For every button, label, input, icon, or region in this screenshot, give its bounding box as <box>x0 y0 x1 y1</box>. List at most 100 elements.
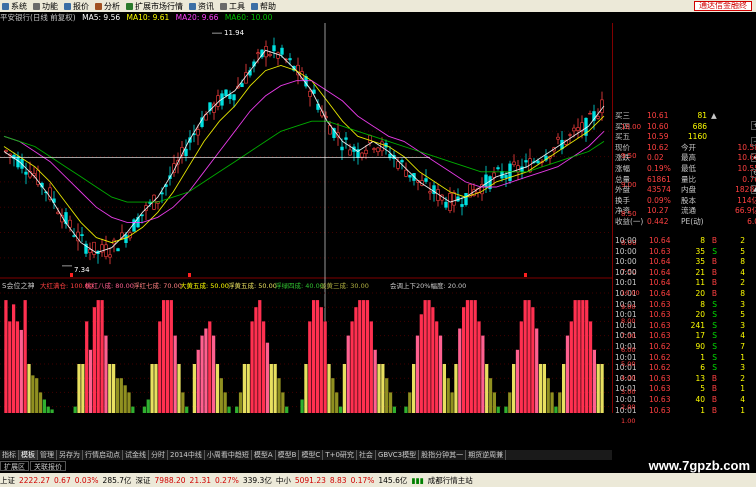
tick-cell-4: 4 <box>740 395 745 404</box>
quote-cell-3 <box>707 122 735 132</box>
plus-icon[interactable]: + <box>751 121 756 130</box>
zx-change: 8.83 <box>329 475 347 485</box>
indicator-bar-39 <box>154 364 158 413</box>
candle-body-48 <box>196 129 200 136</box>
indicator-bar-50 <box>196 349 200 413</box>
indicator-legend-4: 浮黄五成: 50.00 <box>228 281 277 290</box>
tick-cell-2: 1 <box>700 405 705 415</box>
menu-item-1[interactable]: 功能 <box>33 1 58 12</box>
tick-cell-1: 10.64 <box>649 257 671 267</box>
chart-svg[interactable]: 11.947.34S会位之神 大红满仓: 100.00桃红八成: 80.00 浮红七… <box>0 23 612 413</box>
pane-marker-1 <box>188 273 191 277</box>
ext-market-icon <box>126 2 133 10</box>
arrow-up-icon[interactable]: ▲ <box>751 185 756 194</box>
quote-cell-1: 43574 <box>647 185 671 195</box>
indicator-bar-88 <box>342 364 347 413</box>
indicator-bar-86 <box>335 392 339 413</box>
menu-item-0[interactable]: 系统 <box>2 1 27 12</box>
indicator-tab-9[interactable]: 模型A <box>252 450 276 460</box>
indicator-tab-10[interactable]: 模型B <box>276 450 300 460</box>
indicator-bar-152 <box>588 321 593 413</box>
indicator-tab-2[interactable]: 管理 <box>38 450 57 460</box>
indicator-tab-15[interactable]: 股指分钟其一 <box>419 450 467 460</box>
menu-item-3[interactable]: 分析 <box>95 1 120 12</box>
indicator-bar-63 <box>246 364 250 413</box>
zx-amount: 145.6亿 <box>378 475 408 485</box>
tick-cell-1: 10.62 <box>649 363 671 373</box>
indicator-bar-131 <box>508 392 512 413</box>
indicator-bar-33 <box>131 406 135 413</box>
zx-value: 5091.23 <box>294 475 326 485</box>
indicator-legend-5: 浮绿四成: 40.00 <box>275 281 324 290</box>
brand-logo: 通达信金融终 <box>694 1 752 11</box>
indicator-tab-7[interactable]: 2014中线 <box>168 450 205 460</box>
tick-cell-2: 35 <box>695 257 705 267</box>
kline-chart-area[interactable]: 11.94 7.34 S会位之神 大红满仓: 100.00 桃红八成: 80.00 浮红七… <box>0 23 612 413</box>
price-pane-bg <box>0 23 612 278</box>
menu-item-4[interactable]: 扩展市场行情 <box>126 1 183 12</box>
quote-cell-2: 1160 <box>687 132 707 142</box>
menu-item-2[interactable]: 报价 <box>64 1 89 12</box>
quote-cell-1: 10.60 <box>647 121 669 131</box>
indicator-tab-8[interactable]: 小周看中趋短 <box>205 450 252 460</box>
menu-item-label: 报价 <box>73 1 89 11</box>
price-axis-label: 9.00 <box>621 181 637 189</box>
menu-item-5[interactable]: 资讯 <box>189 1 214 12</box>
tick-cell-4: 1 <box>740 405 745 415</box>
ma5-label: MA5: 9.56 <box>82 13 121 22</box>
quote-cell-2: 今开 <box>681 142 696 152</box>
tick-row: 10:00 10.64 35 B 8 <box>615 257 745 267</box>
quote-cell-1: 10.59 <box>647 132 669 142</box>
indicator-bar-7 <box>31 375 35 413</box>
indicator-bar-30 <box>119 378 123 413</box>
indicator-bar-47 <box>185 406 189 413</box>
indicator-bar-24 <box>96 300 100 413</box>
indicator-bar-71 <box>277 378 281 413</box>
indicator-bar-73 <box>285 406 289 413</box>
indicator-tab-12[interactable]: T+0研究 <box>323 450 357 460</box>
indicator-tab-3[interactable]: 另存为 <box>57 450 83 460</box>
refresh-icon[interactable]: ↻ <box>751 169 756 178</box>
tick-cell-2: 21 <box>695 267 705 277</box>
tick-cell-4: 2 <box>740 236 745 245</box>
fold-icon[interactable]: ▸ <box>751 153 756 162</box>
indicator-bar-46 <box>181 392 185 413</box>
tick-cell-4: 5 <box>740 246 745 256</box>
indicator-toolbar: 指标 模板 管理 另存为 行情启动点 试金线 分时 2014中线 小周看中趋短 模型A 模型B 模型C… <box>0 450 612 460</box>
subtab-1[interactable]: 关联报价 <box>30 461 66 471</box>
candle-body-5 <box>24 171 28 175</box>
tick-cell-1: 10.63 <box>649 373 671 383</box>
indicator-tab-6[interactable]: 分时 <box>149 450 168 460</box>
indicator-bar-130 <box>504 406 508 413</box>
indicator-tab-16[interactable]: 期货逆周兼 <box>466 450 507 460</box>
menu-item-6[interactable]: 工具 <box>220 1 245 12</box>
indicator-tab-13[interactable]: 社会 <box>357 450 376 460</box>
indicator-bar-115 <box>446 378 450 413</box>
candle-body-17 <box>72 235 76 237</box>
subtab-0[interactable]: 扩展区 <box>0 461 29 471</box>
menu-item-7[interactable]: 帮助 <box>251 1 276 12</box>
indicator-bar-54 <box>211 335 216 413</box>
minus-icon[interactable]: − <box>751 137 756 146</box>
indicator-bar-79 <box>308 321 312 413</box>
candle-body-128 <box>516 165 520 173</box>
sz-amount: 339.3亿 <box>242 475 272 485</box>
candle-body-39 <box>160 192 164 195</box>
indicator-bar-136 <box>527 300 531 413</box>
indicator-tab-5[interactable]: 试金线 <box>123 450 149 460</box>
quote-cell-3 <box>707 143 735 153</box>
indicator-bar-45 <box>177 364 181 413</box>
quote-cell-4: 6.0 <box>747 217 756 226</box>
quote-cell-1: 10.62 <box>647 142 669 152</box>
indicator-bar-56 <box>219 378 223 413</box>
indicator-tab-1[interactable]: 模板 <box>19 450 38 460</box>
indicator-bar-112 <box>435 321 439 413</box>
tick-cell-4: 3 <box>740 320 745 330</box>
indicator-title: S会位之神 <box>2 281 34 290</box>
indicator-legend-6: 淡黄三成: 30.00 <box>320 281 369 290</box>
indicator-tab-4[interactable]: 行情启动点 <box>83 450 123 460</box>
indicator-tab-11[interactable]: 模型C <box>299 450 324 460</box>
indicator-tab-0[interactable]: 指标 <box>0 450 19 460</box>
indicator-bar-66 <box>258 300 262 413</box>
indicator-tab-14[interactable]: GBVC3模型 <box>376 450 420 460</box>
